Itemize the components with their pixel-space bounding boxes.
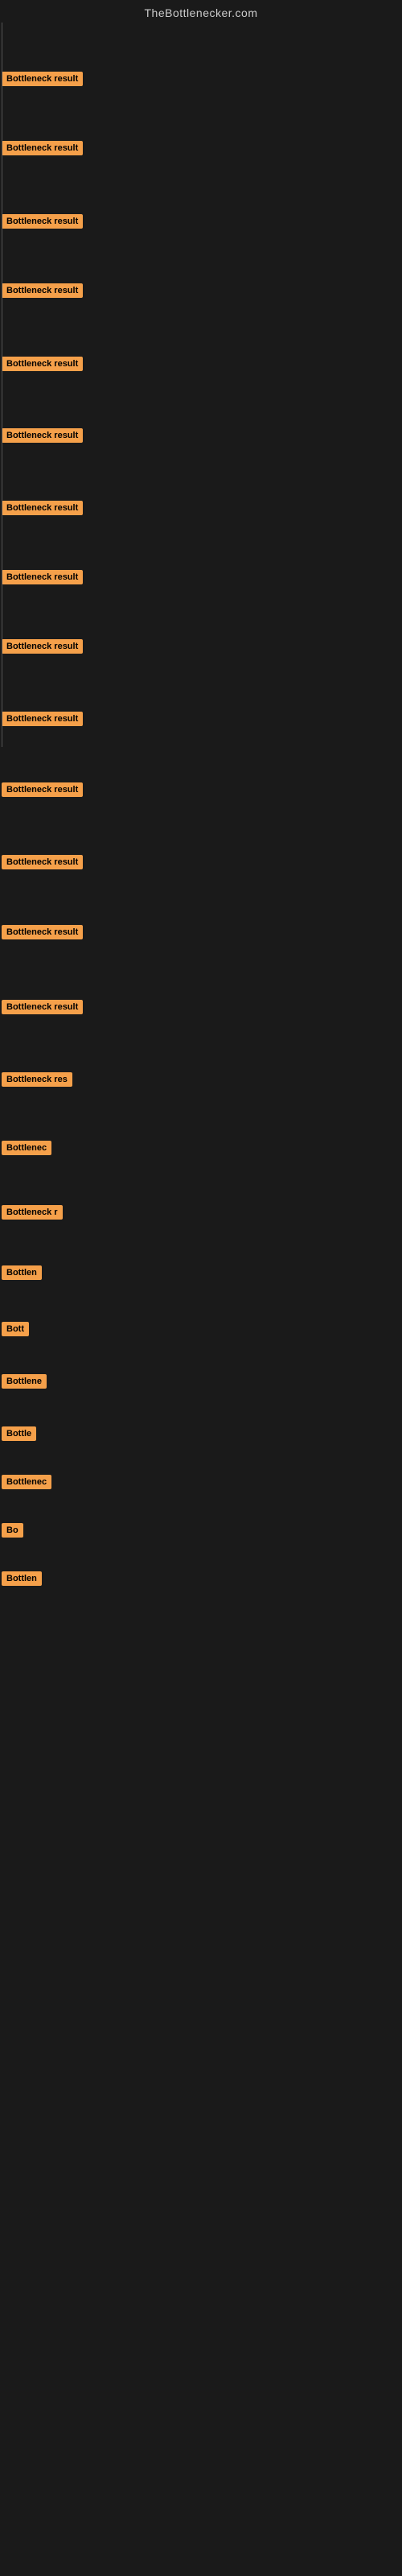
list-item: Bottlenec [0, 1472, 51, 1492]
bottleneck-badge[interactable]: Bottlen [2, 1265, 42, 1280]
list-item: Bottlen [0, 1568, 42, 1589]
bottleneck-badge[interactable]: Bottle [2, 1426, 36, 1441]
bottleneck-badge[interactable]: Bo [2, 1523, 23, 1538]
bottom-area [0, 23, 402, 1150]
list-item: Bott [0, 1319, 29, 1340]
site-title: TheBottlenecker.com [0, 0, 402, 23]
bottleneck-badge[interactable]: Bottleneck r [2, 1205, 63, 1220]
list-item: Bo [0, 1520, 23, 1541]
list-item: Bottle [0, 1423, 36, 1444]
bottleneck-badge[interactable]: Bottlene [2, 1374, 47, 1389]
bottleneck-badge[interactable]: Bott [2, 1322, 29, 1336]
list-item: Bottlen [0, 1262, 42, 1283]
list-item: Bottlene [0, 1371, 47, 1392]
list-item: Bottleneck r [0, 1202, 63, 1223]
bottleneck-badge[interactable]: Bottlenec [2, 1475, 51, 1489]
site-header: TheBottlenecker.com [0, 0, 402, 23]
bottleneck-badge[interactable]: Bottlen [2, 1571, 42, 1586]
